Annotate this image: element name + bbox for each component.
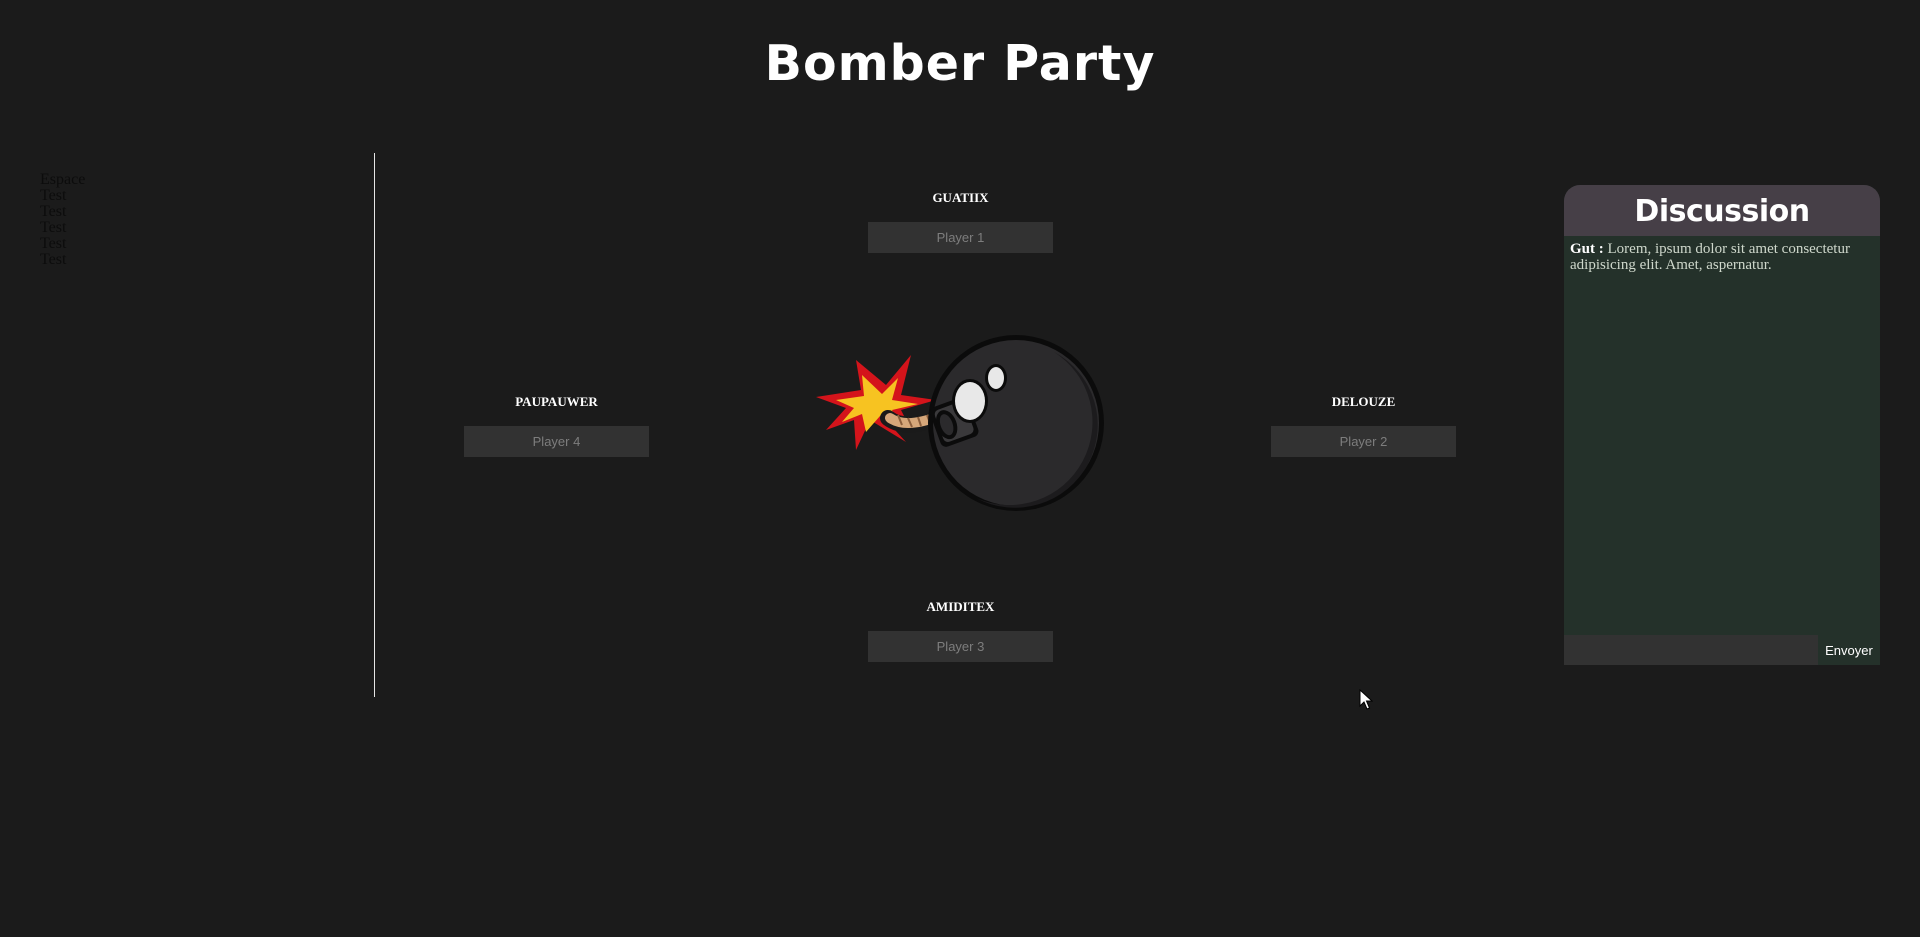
sidebar-item-test[interactable]: Test [40, 252, 85, 268]
chat-message: Gut : Lorem, ipsum dolor sit amet consec… [1570, 241, 1874, 273]
player-name: DELOUZE [1331, 394, 1396, 409]
chat-message-author: Gut [1570, 241, 1596, 257]
player-slot-1: GUATIIX [868, 190, 1053, 253]
player-1-input[interactable] [868, 222, 1053, 253]
bomb-icon [816, 335, 1104, 511]
chat-message-text: Lorem, ipsum dolor sit amet consectetur … [1570, 241, 1850, 273]
player-slot-3: AMIDITEX [868, 599, 1053, 662]
page-title: Bomber Party [764, 35, 1156, 92]
sidebar-divider [374, 153, 375, 697]
player-4-input[interactable] [464, 426, 649, 457]
player-name: GUATIIX [932, 190, 989, 205]
sidebar: Espace Test Test Test Test Test [40, 172, 85, 268]
player-name: AMIDITEX [926, 599, 995, 614]
player-slot-4: PAUPAUWER [464, 394, 649, 457]
send-button[interactable]: Envoyer [1818, 635, 1880, 665]
sidebar-item-test[interactable]: Test [40, 188, 85, 204]
sidebar-item-test[interactable]: Test [40, 220, 85, 236]
chat-input[interactable] [1564, 635, 1818, 665]
chat-messages: Gut : Lorem, ipsum dolor sit amet consec… [1564, 236, 1880, 635]
sidebar-item-test[interactable]: Test [40, 204, 85, 220]
game-page: Bomber Party Espace Test Test Test Test … [0, 0, 1920, 937]
player-3-input[interactable] [868, 631, 1053, 662]
chat-title: Discussion [1564, 185, 1880, 236]
chat-input-row: Envoyer [1564, 635, 1880, 665]
sidebar-item-test[interactable]: Test [40, 236, 85, 252]
player-2-input[interactable] [1271, 426, 1456, 457]
chat-message-separator: : [1595, 241, 1608, 257]
sidebar-item-espace[interactable]: Espace [40, 172, 85, 188]
player-name: PAUPAUWER [515, 394, 598, 409]
chat-panel: Discussion Gut : Lorem, ipsum dolor sit … [1564, 185, 1880, 665]
bomb-highlight-small-fill [988, 367, 1004, 389]
mouse-cursor-icon [1359, 689, 1373, 710]
bomb-highlight-large-fill [955, 382, 985, 420]
player-slot-2: DELOUZE [1271, 394, 1456, 457]
